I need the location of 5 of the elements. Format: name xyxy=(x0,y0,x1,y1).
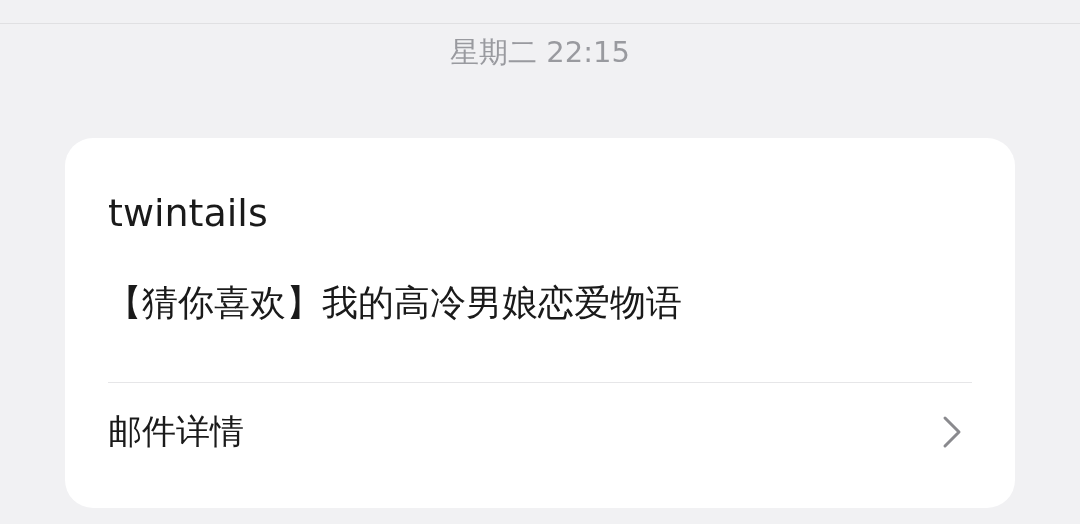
sender-name: twintails xyxy=(108,190,269,236)
message-text: 【猜你喜欢】我的高冷男娘恋爱物语 xyxy=(106,281,683,325)
message-timestamp: 星期二 22:15 xyxy=(450,34,630,71)
details-link[interactable]: 邮件详情 xyxy=(108,383,972,481)
chevron-right-icon xyxy=(942,415,962,449)
